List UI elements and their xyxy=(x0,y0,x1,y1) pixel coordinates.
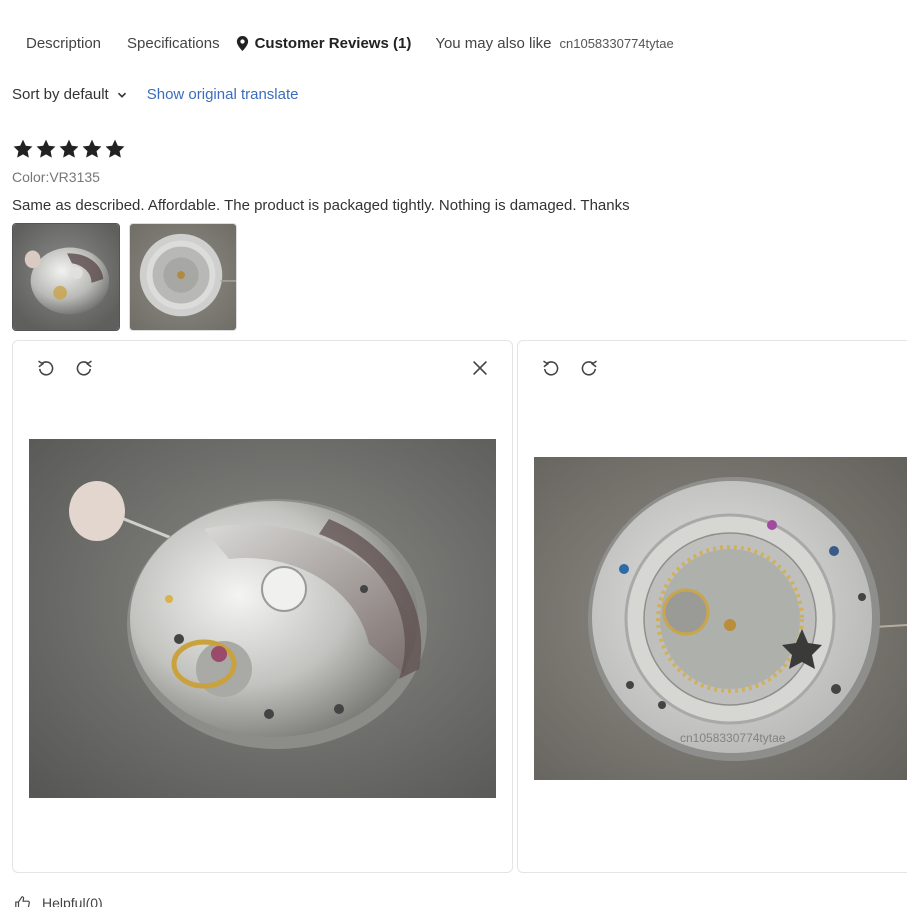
reviews-page: Description Specifications Customer Revi… xyxy=(0,0,907,907)
image-watermark: cn1058330774tytae xyxy=(680,731,786,745)
watch-movement-date-wheel-photo xyxy=(130,224,236,330)
rotate-left-button[interactable] xyxy=(540,357,562,379)
review-thumbnail-1[interactable] xyxy=(12,223,120,331)
image-preview-panel-2: cn1058330774tytae xyxy=(517,340,907,873)
star-icon xyxy=(13,139,33,158)
location-pin-icon xyxy=(236,35,248,51)
close-icon xyxy=(472,360,488,376)
show-original-translate-link[interactable]: Show original translate xyxy=(147,86,299,103)
rotate-right-button[interactable] xyxy=(578,357,600,379)
tab-specifications[interactable]: Specifications xyxy=(115,24,232,62)
star-icon xyxy=(105,139,125,158)
review-color-variant: Color:VR3135 xyxy=(12,169,100,185)
tab-customer-reviews[interactable]: Customer Reviews (1) xyxy=(232,24,424,62)
star-icon xyxy=(36,139,56,158)
sort-label: Sort by default xyxy=(12,86,109,103)
helpful-button[interactable]: Helpful(0) xyxy=(14,894,103,907)
sort-dropdown[interactable]: Sort by default xyxy=(12,86,127,103)
rotate-left-icon xyxy=(38,360,54,376)
product-code: cn1058330774tytae xyxy=(559,35,674,51)
image-preview-panel-1 xyxy=(12,340,513,873)
star-icon xyxy=(59,139,79,158)
star-rating xyxy=(12,138,126,160)
rotate-left-icon xyxy=(543,360,559,376)
chevron-down-icon xyxy=(117,92,126,98)
tab-customer-reviews-label: Customer Reviews (1) xyxy=(254,34,412,52)
rotate-right-icon xyxy=(581,360,597,376)
product-tabs: Description Specifications Customer Revi… xyxy=(0,24,674,62)
preview-image-2: cn1058330774tytae xyxy=(534,457,907,780)
preview-image-1 xyxy=(29,439,496,798)
helpful-label: Helpful(0) xyxy=(42,895,103,907)
tab-description[interactable]: Description xyxy=(0,24,115,62)
watch-movement-rotor-photo xyxy=(29,439,496,798)
rotate-left-button[interactable] xyxy=(35,357,57,379)
rotate-right-button[interactable] xyxy=(73,357,95,379)
thumbs-up-icon xyxy=(15,896,30,907)
watch-movement-rotor-photo xyxy=(13,224,119,330)
review-thumbnail-2[interactable] xyxy=(129,223,237,331)
close-preview-button[interactable] xyxy=(469,357,491,379)
review-text: Same as described. Affordable. The produ… xyxy=(12,197,630,214)
star-icon xyxy=(82,139,102,158)
review-thumbnails xyxy=(12,223,237,331)
tab-you-may-also-like[interactable]: You may also like xyxy=(423,24,563,62)
review-toolbar: Sort by default Show original translate xyxy=(12,86,299,103)
rotate-right-icon xyxy=(76,360,92,376)
